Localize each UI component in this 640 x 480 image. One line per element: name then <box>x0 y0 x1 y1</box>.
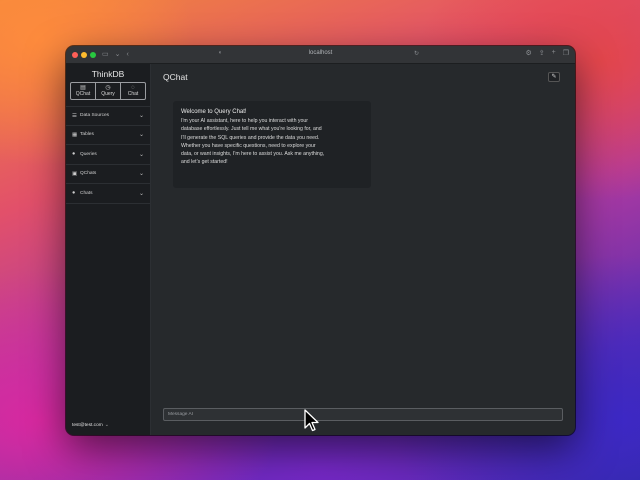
tab-qchat-label: QChat <box>75 91 91 97</box>
sidebar-item-queries[interactable]: ● Queries ⌄ <box>66 145 150 165</box>
sidebar-item-label: Chats <box>80 190 93 196</box>
address-bar[interactable]: localhost <box>309 50 333 56</box>
message-line: I'm your AI assistant, here to help you … <box>181 118 308 125</box>
message-line: I'll generate the SQL queries and provid… <box>181 134 320 141</box>
reload-icon[interactable]: ↻ <box>414 50 419 57</box>
user-menu[interactable]: test@test.com ⌄ <box>72 423 109 428</box>
user-email: test@test.com <box>72 423 103 428</box>
maximize-window-button[interactable] <box>90 51 96 58</box>
query-icon: ● <box>72 151 76 158</box>
sidebar-toggle-icon[interactable]: ▭ <box>102 51 109 58</box>
sidebar-item-label: Data Sources <box>80 113 110 119</box>
chat-history-icon: ▣ <box>72 170 78 177</box>
sidebar: ThinkDB ▤ QChat ◷ Query ◌ Chat ☰ Data So… <box>66 64 151 435</box>
chevron-down-icon: ⌄ <box>104 423 109 428</box>
minimize-window-button[interactable] <box>81 51 87 58</box>
window-controls <box>72 51 96 58</box>
message-line: Whether you have specific questions, nee… <box>181 142 316 149</box>
share-icon[interactable]: ⇪ <box>539 49 545 57</box>
message-heading: Welcome to Query Chat! <box>181 109 247 115</box>
chevron-down-icon: ⌄ <box>138 151 144 158</box>
chevron-down-icon: ⌄ <box>138 171 144 178</box>
browser-titlebar: ▭ ⌄ ‹ ◖ localhost ↻ ⚙ ⇪ + ❐ <box>66 46 575 64</box>
extensions-icon[interactable]: ⚙ <box>525 49 531 57</box>
edit-icon: ✎ <box>551 74 557 80</box>
new-tab-icon[interactable]: + <box>552 49 556 57</box>
tab-query-label: Query <box>101 91 115 97</box>
chevron-down-icon: ⌄ <box>138 113 144 120</box>
chat-bubble-icon: ● <box>72 190 76 197</box>
tab-qchat[interactable]: ▤ QChat <box>71 83 96 99</box>
sidebar-item-qchats[interactable]: ▣ QChats ⌄ <box>66 165 150 184</box>
sidebar-item-label: QChats <box>80 171 97 177</box>
mode-tabs: ▤ QChat ◷ Query ◌ Chat <box>70 82 146 100</box>
app-root: ThinkDB ▤ QChat ◷ Query ◌ Chat ☰ Data So… <box>66 64 575 435</box>
new-chat-button[interactable]: ✎ <box>548 72 560 82</box>
sidebar-item-label: Queries <box>80 151 97 157</box>
browser-toolbar-right: ⚙ ⇪ + ❐ <box>525 49 569 57</box>
mouse-pointer-icon <box>304 409 319 432</box>
back-icon[interactable]: ‹ <box>127 51 129 58</box>
sidebar-item-label: Tables <box>80 132 94 138</box>
app-brand: ThinkDB <box>91 69 125 79</box>
message-line: data, or want insights, I'm here to assi… <box>181 151 325 158</box>
database-icon: ☰ <box>72 112 77 119</box>
close-window-button[interactable] <box>72 51 78 58</box>
page-title: QChat <box>163 72 188 82</box>
browser-window: ▭ ⌄ ‹ ◖ localhost ↻ ⚙ ⇪ + ❐ ThinkDB ▤ QC… <box>66 46 575 435</box>
privacy-shield-icon[interactable]: ◖ <box>218 50 222 56</box>
tab-chat-label: Chat <box>127 91 139 97</box>
message-input[interactable]: Message AI <box>163 408 563 421</box>
chevron-down-icon[interactable]: ⌄ <box>115 51 121 58</box>
sidebar-item-chats[interactable]: ● Chats ⌄ <box>66 184 150 204</box>
message-line: and let's get started! <box>181 159 228 166</box>
sidebar-item-tables[interactable]: ▦ Tables ⌄ <box>66 126 150 145</box>
table-icon: ▦ <box>72 131 78 138</box>
sidebar-item-data-sources[interactable]: ☰ Data Sources ⌄ <box>66 106 150 126</box>
chat-main: QChat ✎ Welcome to Query Chat! I'm your … <box>151 64 575 435</box>
chevron-down-icon: ⌄ <box>138 132 144 139</box>
tab-overview-icon[interactable]: ❐ <box>563 49 569 57</box>
assistant-message: Welcome to Query Chat! I'm your AI assis… <box>173 101 371 188</box>
message-line: database effortlessly. Just tell me what… <box>181 126 322 133</box>
tab-query[interactable]: ◷ Query <box>96 83 121 99</box>
chevron-down-icon: ⌄ <box>138 190 144 197</box>
sidebar-nav: ☰ Data Sources ⌄ ▦ Tables ⌄ ● Queries ⌄ … <box>66 106 150 204</box>
tab-chat[interactable]: ◌ Chat <box>121 83 145 99</box>
